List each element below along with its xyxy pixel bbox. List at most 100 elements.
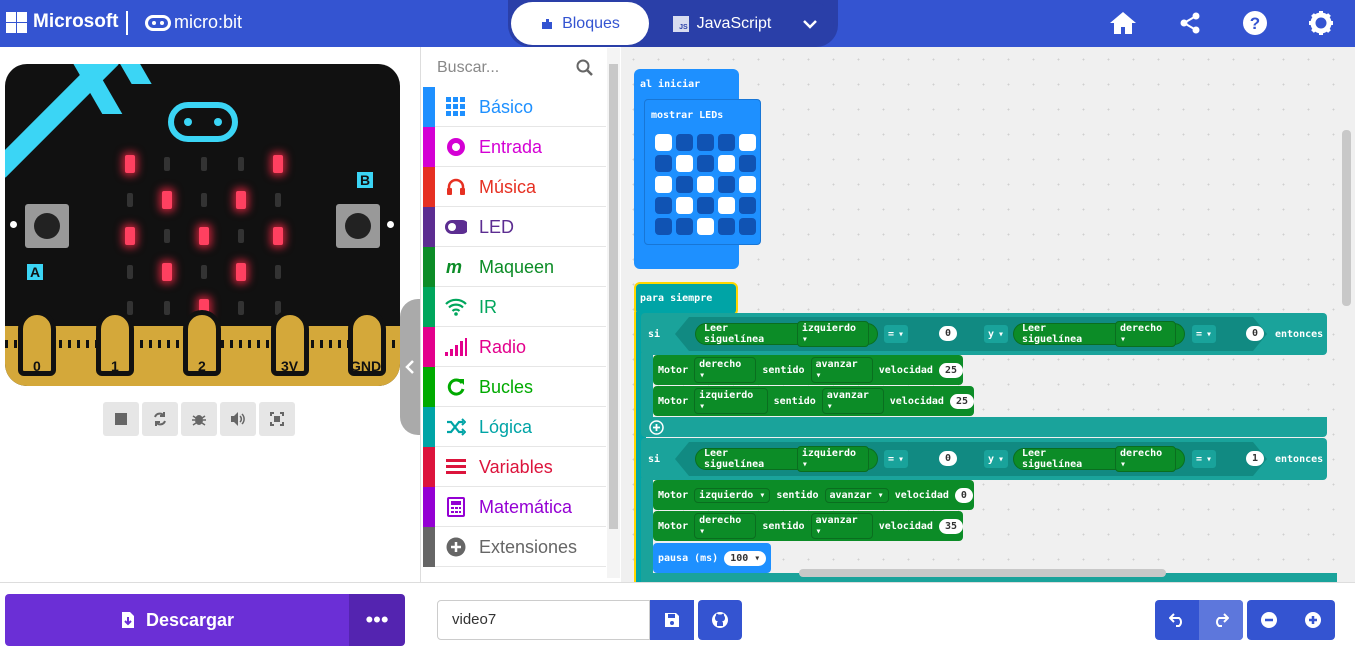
more-button[interactable]: ••• (349, 594, 405, 646)
eq-dropdown[interactable]: = ▾ (1191, 324, 1218, 344)
direction-dropdown[interactable]: avanzar ▾ (824, 487, 889, 503)
value-input[interactable]: 0 (939, 451, 958, 466)
toolbox-category-bucles[interactable]: Bucles (423, 367, 606, 407)
motor-side-dropdown[interactable]: izquierdo ▾ (694, 487, 771, 503)
pause-block[interactable]: pausa (ms) 100 ▾ (653, 543, 771, 573)
microbit-board[interactable]: A B 0 1 2 3V GND (5, 64, 400, 386)
led-toggle[interactable] (676, 197, 693, 214)
if-block-2[interactable]: si Leer siguelínea izquierdo ▾ = ▾ 0 y ▾… (641, 438, 1327, 480)
toolbox-category-matemática[interactable]: Matemática (423, 487, 606, 527)
sensor-dropdown[interactable]: derecho ▾ (1114, 321, 1176, 347)
speed-input[interactable]: 25 (938, 362, 963, 378)
button-b[interactable] (336, 204, 380, 248)
project-name-input[interactable]: video7 (437, 600, 650, 640)
motor-block[interactable]: Motor derecho ▾ sentido avanzar ▾ veloci… (653, 511, 963, 541)
and-dropdown[interactable]: y ▾ (983, 324, 1010, 344)
read-line-left[interactable]: Leer siguelínea izquierdo ▾ (695, 321, 878, 347)
eq-dropdown[interactable]: = ▾ (883, 324, 910, 344)
restart-button[interactable] (142, 402, 178, 436)
led-toggle[interactable] (739, 155, 756, 172)
toolbox-category-lógica[interactable]: Lógica (423, 407, 606, 447)
stop-button[interactable] (103, 402, 139, 436)
led-toggle[interactable] (739, 176, 756, 193)
show-leds-block[interactable]: mostrar LEDs (644, 99, 761, 245)
sensor-dropdown[interactable]: izquierdo ▾ (796, 446, 869, 472)
if-block-1[interactable]: si Leer siguelínea izquierdo ▾ = ▾ 0 y ▾… (641, 313, 1327, 355)
mode-menu-button[interactable] (786, 2, 834, 45)
pause-input[interactable]: 100 ▾ (724, 550, 767, 566)
toolbox-category-básico[interactable]: Básico (423, 87, 606, 127)
toolbox-category-maqueen[interactable]: m Maqueen (423, 247, 606, 287)
direction-dropdown[interactable]: avanzar ▾ (810, 513, 873, 539)
forever-block[interactable]: para siempre (634, 282, 738, 316)
collapse-simulator-button[interactable] (400, 299, 420, 435)
button-a[interactable] (25, 204, 69, 248)
eq-dropdown[interactable]: = ▾ (883, 449, 910, 469)
toolbox-category-extensiones[interactable]: Extensiones (423, 527, 606, 567)
motor-side-dropdown[interactable]: derecho ▾ (694, 357, 757, 383)
zoom-in-button[interactable] (1291, 600, 1335, 640)
led-toggle[interactable] (655, 155, 672, 172)
settings-button[interactable] (1306, 8, 1336, 38)
direction-dropdown[interactable]: avanzar ▾ (821, 388, 884, 414)
led-toggle[interactable] (697, 134, 714, 151)
product-name[interactable]: micro:bit (174, 12, 242, 33)
sensor-dropdown[interactable]: derecho ▾ (1114, 446, 1176, 472)
github-button[interactable] (698, 600, 742, 640)
save-button[interactable] (650, 600, 694, 640)
led-toggle[interactable] (718, 218, 735, 235)
led-toggle[interactable] (676, 155, 693, 172)
toolbox-category-entrada[interactable]: Entrada (423, 127, 606, 167)
value-input[interactable]: 1 (1246, 451, 1265, 466)
led-toggle[interactable] (655, 218, 672, 235)
tab-blocks[interactable]: Bloques (511, 2, 649, 45)
toolbox-scrollbar-thumb[interactable] (609, 64, 618, 529)
blocks-workspace[interactable]: al iniciar mostrar LEDs para siempre si … (621, 47, 1355, 582)
led-toggle[interactable] (697, 155, 714, 172)
help-button[interactable]: ? (1240, 8, 1270, 38)
read-line-left[interactable]: Leer siguelínea izquierdo ▾ (695, 446, 878, 472)
eq-dropdown[interactable]: = ▾ (1191, 449, 1218, 469)
read-line-right[interactable]: Leer siguelínea derecho ▾ (1013, 446, 1185, 472)
download-button[interactable]: Descargar (5, 594, 349, 646)
undo-button[interactable] (1155, 600, 1199, 640)
tab-javascript[interactable]: JS JavaScript (660, 2, 784, 45)
led-toggle[interactable] (697, 197, 714, 214)
led-toggle[interactable] (739, 218, 756, 235)
share-button[interactable] (1175, 8, 1205, 38)
value-input[interactable]: 0 (1246, 326, 1265, 341)
toolbox-search-input[interactable]: Buscar... (437, 59, 597, 79)
show-leds-grid[interactable] (655, 134, 760, 239)
motor-side-dropdown[interactable]: izquierdo ▾ (694, 388, 768, 414)
speed-input[interactable]: 0 (954, 487, 973, 503)
motor-block[interactable]: Motor izquierdo ▾ sentido avanzar ▾ velo… (653, 480, 974, 510)
workspace-scrollbar-vertical[interactable] (1342, 130, 1351, 306)
led-toggle[interactable] (655, 197, 672, 214)
home-button[interactable] (1108, 8, 1138, 38)
sensor-dropdown[interactable]: izquierdo ▾ (796, 321, 869, 347)
led-toggle[interactable] (676, 176, 693, 193)
add-else-icon[interactable] (649, 420, 664, 435)
toolbox-category-música[interactable]: Música (423, 167, 606, 207)
motor-block[interactable]: Motor izquierdo ▾ sentido avanzar ▾ velo… (653, 386, 974, 416)
direction-dropdown[interactable]: avanzar ▾ (810, 357, 873, 383)
debug-button[interactable] (181, 402, 217, 436)
toolbox-category-variables[interactable]: Variables (423, 447, 606, 487)
speed-input[interactable]: 25 (949, 393, 974, 409)
led-toggle[interactable] (718, 176, 735, 193)
motor-block[interactable]: Motor derecho ▾ sentido avanzar ▾ veloci… (653, 355, 963, 385)
led-toggle[interactable] (697, 218, 714, 235)
led-toggle[interactable] (739, 134, 756, 151)
toolbox-category-radio[interactable]: Radio (423, 327, 606, 367)
and-dropdown[interactable]: y ▾ (983, 449, 1010, 469)
value-input[interactable]: 0 (939, 326, 958, 341)
redo-button[interactable] (1199, 600, 1243, 640)
toolbox-category-ir[interactable]: IR (423, 287, 606, 327)
speed-input[interactable]: 35 (938, 518, 963, 534)
led-toggle[interactable] (655, 134, 672, 151)
read-line-right[interactable]: Leer siguelínea derecho ▾ (1013, 321, 1185, 347)
led-toggle[interactable] (718, 197, 735, 214)
motor-side-dropdown[interactable]: derecho ▾ (694, 513, 757, 539)
led-toggle[interactable] (676, 134, 693, 151)
led-toggle[interactable] (676, 218, 693, 235)
